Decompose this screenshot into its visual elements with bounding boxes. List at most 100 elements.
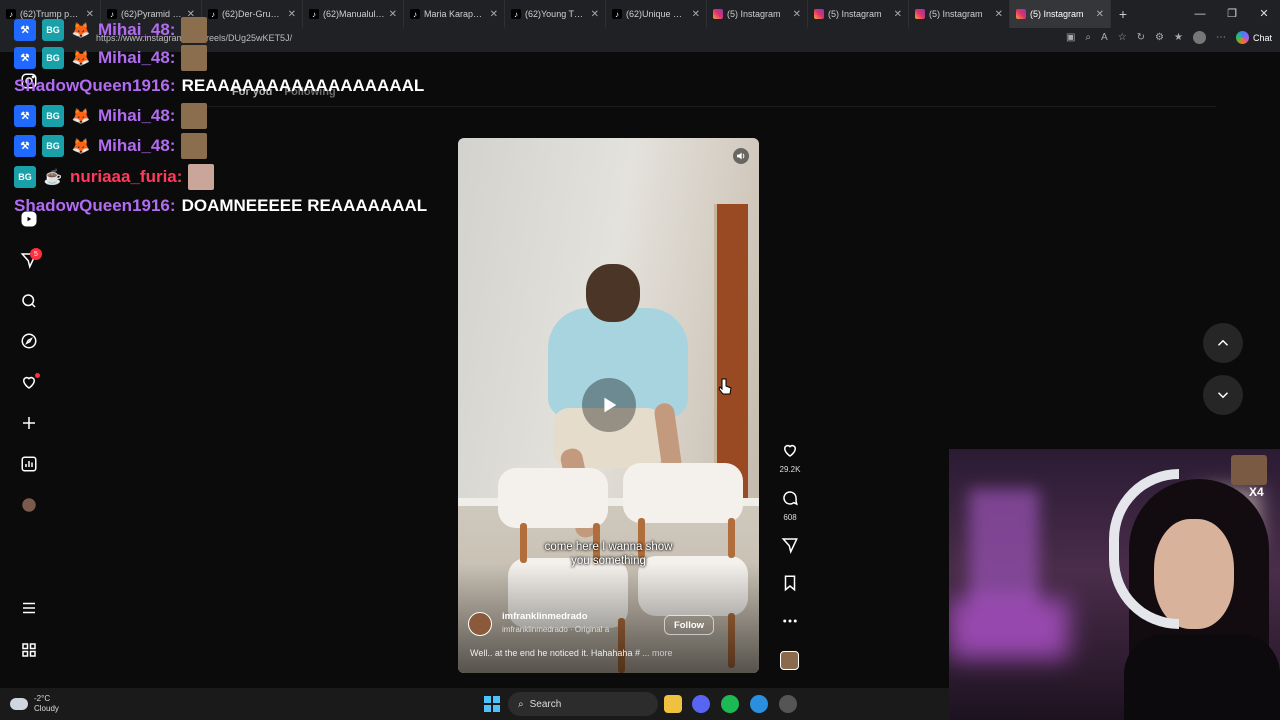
- caption-line-2: you something: [571, 555, 646, 567]
- comment-action[interactable]: 608: [778, 489, 802, 522]
- explore-icon[interactable]: [18, 330, 40, 352]
- search-icon[interactable]: [18, 290, 40, 312]
- chat-username[interactable]: Mihai_48:: [98, 136, 175, 156]
- browser-tab[interactable]: ♪ (62)Unique Ways ✕: [606, 0, 707, 28]
- file-explorer-icon[interactable]: [664, 695, 682, 713]
- chat-username[interactable]: ShadowQueen1916:: [14, 196, 176, 216]
- browser-tab[interactable]: (5) Instagram ✕: [707, 0, 808, 28]
- moderator-badge-icon: ⚒: [14, 135, 36, 157]
- previous-reel-button[interactable]: [1203, 323, 1243, 363]
- copilot-chat-button[interactable]: Chat: [1235, 31, 1272, 44]
- favorite-star-icon[interactable]: ☆: [1118, 32, 1127, 43]
- read-aloud-icon[interactable]: A: [1101, 32, 1108, 43]
- audio-thumbnail[interactable]: [780, 651, 799, 670]
- close-tab-icon[interactable]: ✕: [793, 9, 801, 20]
- also-from-meta-icon[interactable]: [18, 639, 40, 661]
- next-reel-button[interactable]: [1203, 375, 1243, 415]
- like-action[interactable]: 29.2K: [778, 441, 802, 474]
- browser-tab[interactable]: ♪ (62)Young Thug's ✕: [505, 0, 606, 28]
- spotify-icon[interactable]: [721, 695, 739, 713]
- caption-line-1: come here I wanna show: [544, 541, 673, 553]
- more-menu-icon[interactable]: ⋯: [1216, 32, 1226, 43]
- tab-title: (5) Instagram: [929, 9, 983, 19]
- close-tab-icon[interactable]: ✕: [692, 9, 700, 20]
- menu-hamburger-icon[interactable]: [18, 597, 40, 619]
- browser-tab[interactable]: ♪ (62)Manualul de a ✕: [303, 0, 404, 28]
- notification-badge: 5: [30, 248, 42, 260]
- chat-message: ⚒ BG 🦊 Mihai_48:: [14, 102, 208, 130]
- subscriber-badge-icon: BG: [42, 19, 64, 41]
- close-tab-icon[interactable]: ✕: [490, 9, 498, 20]
- refresh-icon[interactable]: ↻: [1137, 32, 1145, 43]
- windows-start-icon[interactable]: [484, 696, 500, 712]
- like-heart-icon: [783, 444, 797, 457]
- favorites-icon[interactable]: ★: [1174, 32, 1183, 43]
- like-count: 29.2K: [779, 465, 801, 474]
- audio-track[interactable]: imfranklinmedrado · Original a: [502, 625, 637, 634]
- author-avatar[interactable]: [468, 612, 492, 636]
- play-button[interactable]: [582, 378, 636, 432]
- chat-emote: [181, 17, 208, 43]
- author-name[interactable]: imfranklinmedrado: [502, 611, 588, 622]
- close-tab-icon[interactable]: ✕: [389, 9, 397, 20]
- comment-count: 608: [783, 513, 797, 522]
- share-action[interactable]: [778, 536, 802, 559]
- instagram-icon: [814, 9, 824, 19]
- new-tab-button[interactable]: +: [1111, 6, 1135, 22]
- chat-username[interactable]: Mihai_48:: [98, 20, 175, 40]
- create-plus-icon[interactable]: [18, 412, 40, 434]
- profile-avatar-icon[interactable]: [18, 494, 40, 516]
- copilot-icon: [1235, 31, 1249, 44]
- tab-title: Maria Karapa (@a: [424, 9, 486, 19]
- chat-username[interactable]: ShadowQueen1916:: [14, 76, 176, 96]
- close-tab-icon[interactable]: ✕: [591, 9, 599, 20]
- more-options-action[interactable]: [778, 612, 802, 635]
- chat-text: DOAMNEEEEE REAAAAAAAL: [181, 196, 428, 215]
- save-action[interactable]: [778, 574, 802, 597]
- instagram-icon: [1016, 9, 1026, 19]
- volume-icon[interactable]: [733, 148, 749, 164]
- chat-username[interactable]: Mihai_48:: [98, 48, 175, 68]
- browser-tab[interactable]: ♪ (62)Der-Grund (@ ✕: [202, 0, 303, 28]
- close-tab-icon[interactable]: ✕: [1096, 9, 1104, 20]
- fox-badge-icon: 🦊: [71, 22, 91, 39]
- obs-icon[interactable]: [779, 695, 797, 713]
- extensions-icon[interactable]: ⚙: [1155, 32, 1164, 43]
- chat-emote: [181, 103, 208, 129]
- browser-tab[interactable]: ♪ Maria Karapa (@a ✕: [404, 0, 505, 28]
- close-tab-icon[interactable]: ✕: [894, 9, 902, 20]
- tab-title: (62)Manualul de a: [323, 9, 385, 19]
- dashboard-icon[interactable]: [18, 453, 40, 475]
- moderator-badge-icon: ⚒: [14, 105, 36, 127]
- chat-username[interactable]: Mihai_48:: [98, 106, 175, 126]
- browser-tab[interactable]: (5) Instagram ✕: [808, 0, 909, 28]
- browser-tab[interactable]: (5) Instagram ✕: [1010, 0, 1111, 28]
- weather-widget[interactable]: -2°C Cloudy: [10, 694, 59, 714]
- maximize-icon[interactable]: ❐: [1216, 0, 1248, 28]
- edge-icon[interactable]: [750, 695, 768, 713]
- split-view-icon[interactable]: ▣: [1066, 32, 1075, 43]
- close-tab-icon[interactable]: ✕: [995, 9, 1003, 20]
- close-tab-icon[interactable]: ✕: [288, 9, 296, 20]
- cloudy-icon: [10, 698, 28, 710]
- coffee-badge-icon: ☕: [43, 169, 63, 186]
- tab-title: (5) Instagram: [828, 9, 882, 19]
- browser-tab[interactable]: (5) Instagram ✕: [909, 0, 1010, 28]
- discord-icon[interactable]: [692, 695, 710, 713]
- follow-button[interactable]: Follow: [664, 615, 714, 635]
- instagram-icon: [915, 9, 925, 19]
- moderator-badge-icon: ⚒: [14, 47, 36, 69]
- tab-title: (62)Der-Grund (@: [222, 9, 284, 19]
- close-window-icon[interactable]: ✕: [1248, 0, 1280, 28]
- taskbar-search[interactable]: ⌕ Search: [508, 692, 658, 716]
- zoom-icon[interactable]: ⌕: [1085, 32, 1091, 43]
- reel-video[interactable]: come here I wanna show you something imf…: [458, 138, 759, 673]
- tab-title: (5) Instagram: [1030, 9, 1084, 19]
- chat-username[interactable]: nuriaaa_furia:: [70, 167, 182, 187]
- more-link[interactable]: ... more: [642, 648, 673, 658]
- play-icon: [604, 397, 617, 413]
- chat-emote: [188, 164, 215, 190]
- hand-cursor-icon: [718, 378, 732, 395]
- minimize-icon[interactable]: —: [1184, 0, 1216, 28]
- profile-avatar[interactable]: [1192, 31, 1206, 44]
